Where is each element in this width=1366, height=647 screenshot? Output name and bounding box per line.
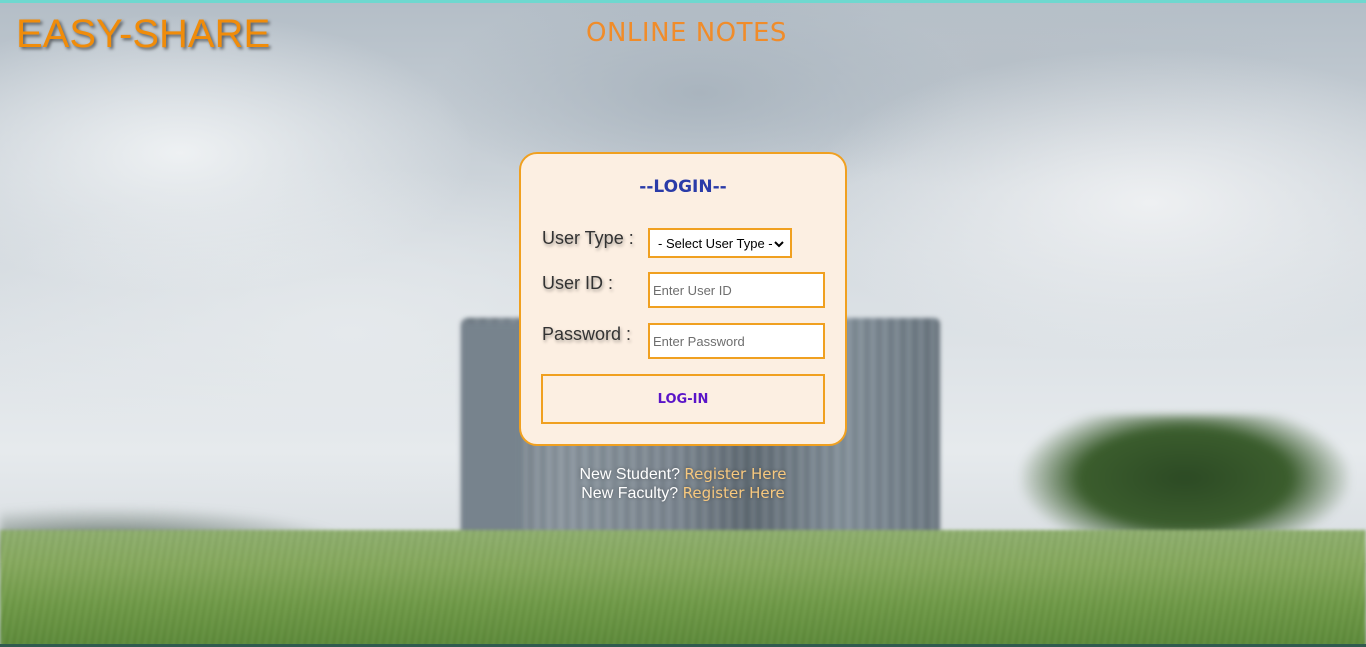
password-label: Password : bbox=[542, 324, 632, 344]
login-card: --LOGIN-- User Type : - Select User Type… bbox=[519, 152, 847, 446]
chevron-down-icon bbox=[774, 241, 784, 248]
student-register-link[interactable]: Register Here bbox=[684, 465, 786, 483]
user-type-select[interactable]: - Select User Type - bbox=[648, 228, 792, 258]
page-title: ONLINE NOTES bbox=[586, 18, 787, 48]
grass bbox=[0, 530, 1366, 647]
student-register-line: New Student? Register Here bbox=[0, 465, 1366, 484]
login-button[interactable]: LOG-IN bbox=[541, 374, 825, 424]
user-id-label: User ID : bbox=[542, 273, 614, 293]
login-title: --LOGIN-- bbox=[639, 177, 727, 197]
user-type-selected-value: - Select User Type - bbox=[658, 235, 773, 251]
faculty-register-line: New Faculty? Register Here bbox=[0, 484, 1366, 503]
password-input[interactable] bbox=[648, 323, 825, 359]
user-type-label: User Type : bbox=[542, 228, 634, 248]
building-shadow bbox=[462, 322, 522, 550]
faculty-register-prompt: New Faculty? bbox=[581, 485, 679, 502]
faculty-register-link[interactable]: Register Here bbox=[683, 484, 785, 502]
site-logo: EASY-SHARE bbox=[16, 12, 271, 56]
user-id-input[interactable] bbox=[648, 272, 825, 308]
student-register-prompt: New Student? bbox=[579, 466, 680, 483]
